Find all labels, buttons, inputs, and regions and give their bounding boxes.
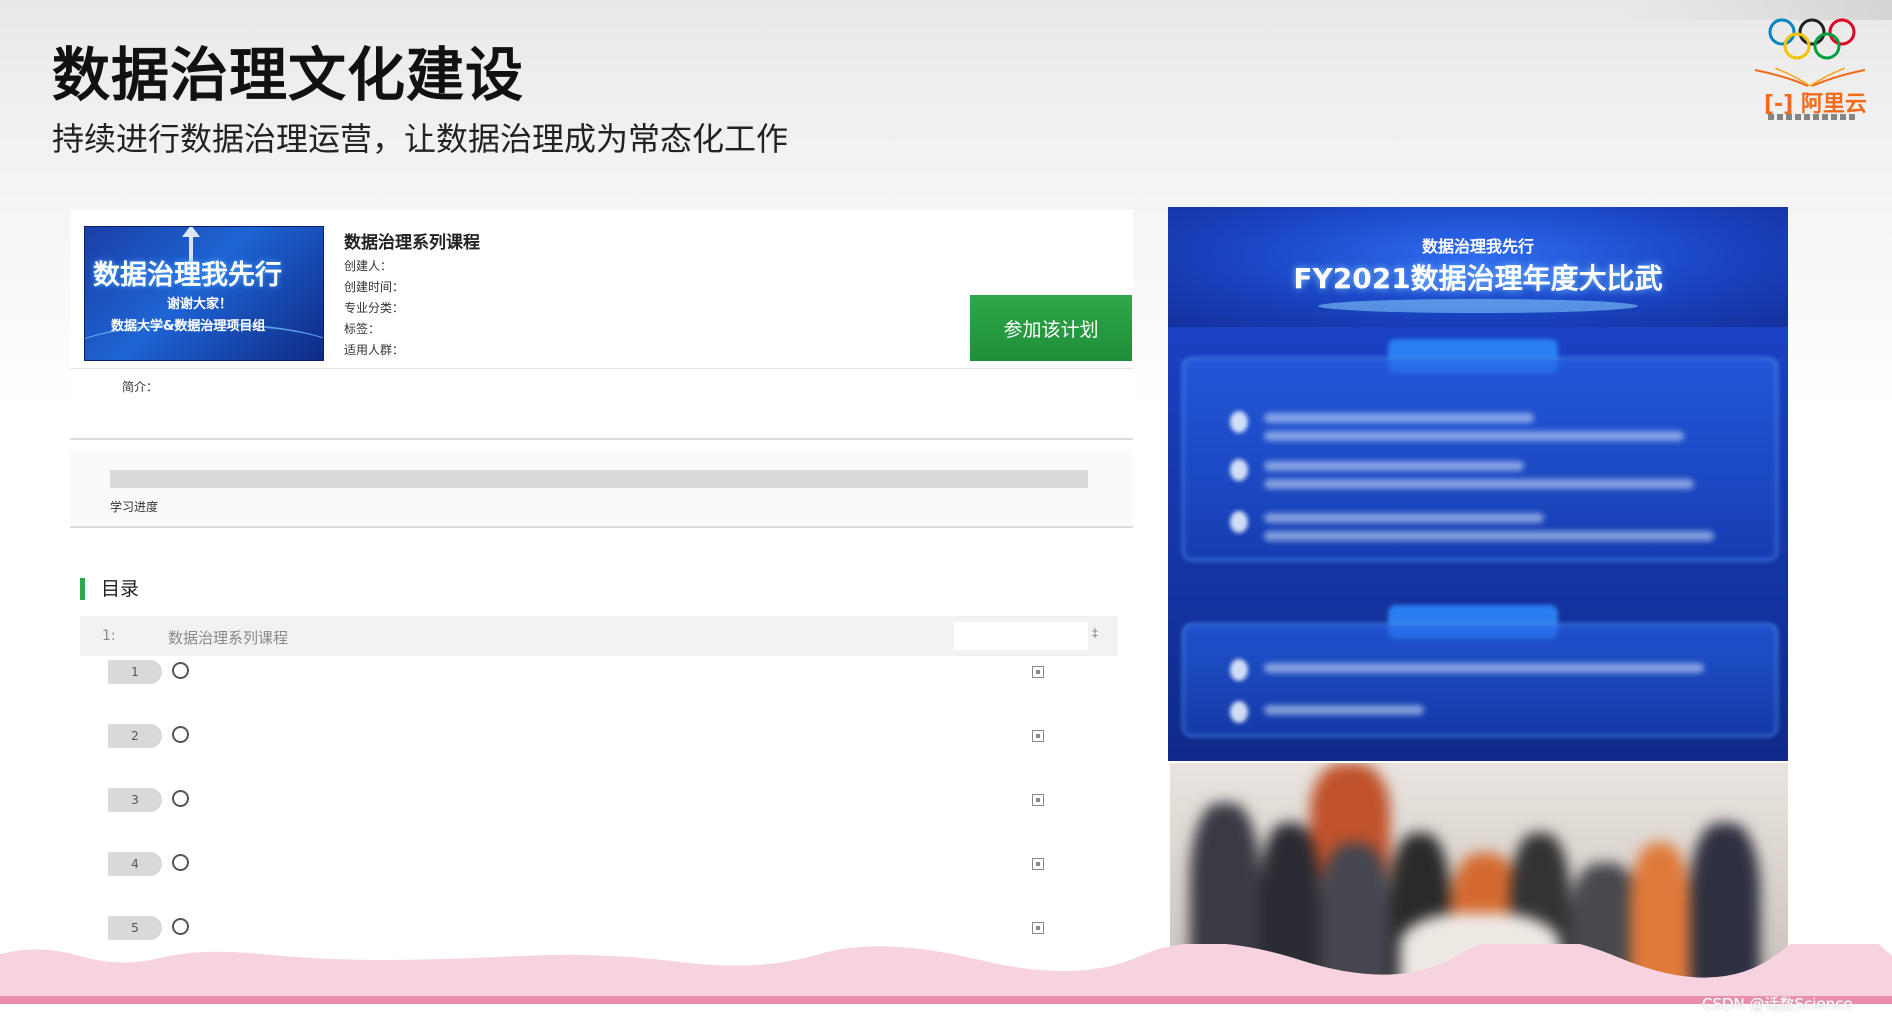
lesson-open-icon[interactable] [1032,730,1044,742]
medal-icon [1230,411,1248,433]
divider [70,368,1133,369]
banner-title: 数据治理我先行 [93,260,282,291]
poster-stage [1318,299,1638,313]
lesson-status-circle-icon[interactable] [172,918,189,935]
progress-bar [110,470,1088,488]
chapter-caret[interactable]: ‡ [1092,626,1098,640]
olympic-rings-icon [1768,18,1856,60]
medal-icon [1230,459,1248,481]
lesson-row[interactable]: 2 [108,720,1088,752]
blurred-line [1264,663,1704,673]
course-meta: 创建人： 创建时间： 专业分类： 标签： 适用人群： [344,256,404,361]
blurred-line [1264,461,1524,471]
logo: [-] 阿里云 [1740,16,1880,126]
chapter-title: 数据治理系列课程 [168,629,289,647]
course-name: 数据治理系列课程 [344,233,480,253]
meta-tags: 标签： [344,322,381,336]
page-subtitle: 持续进行数据治理运营，让数据治理成为常态化工作 [52,120,789,158]
poster-title: FY2021数据治理年度大比武 [1293,262,1663,295]
chapter-status-box [954,622,1088,650]
progress-section: 学习进度 [70,450,1133,528]
meta-audience: 适用人群： [344,343,405,357]
course-screenshot: 数据治理我先行 谢谢大家！ 数据大学&数据治理项目组 数据治理系列课程 创建人：… [70,210,1133,980]
lesson-row[interactable]: 1 [108,656,1088,688]
medal-icon [1230,659,1248,681]
lesson-row[interactable]: 5 [108,912,1088,944]
medal-icon [1230,511,1248,533]
lesson-number: 2 [108,724,162,748]
event-poster: 数据治理我先行 FY2021数据治理年度大比武 [1168,207,1788,761]
banner-team: 数据大学&数据治理项目组 [111,319,266,334]
blurred-line [1264,705,1424,715]
blurred-line [1264,431,1684,441]
blurred-line [1264,513,1544,523]
watermark: CSDN @话数Science [1702,995,1853,1013]
lesson-open-icon[interactable] [1032,666,1044,678]
lesson-number: 4 [108,852,162,876]
chapter-row[interactable]: 1: 数据治理系列课程 ‡ [80,616,1118,656]
lesson-status-circle-icon[interactable] [172,854,189,871]
lesson-row[interactable]: 3 [108,784,1088,816]
course-card: 数据治理我先行 谢谢大家！ 数据大学&数据治理项目组 数据治理系列课程 创建人：… [70,210,1133,440]
slide: { "slide": { "title": "数据治理文化建设", "subti… [0,0,1892,1022]
table-of-contents: 目录 1: 数据治理系列课程 ‡ 1 2 3 4 5 [70,550,1133,980]
banner-thanks: 谢谢大家！ [167,297,233,312]
logo-tagline [1768,114,1858,120]
course-banner: 数据治理我先行 谢谢大家！ 数据大学&数据治理项目组 [84,226,324,361]
lesson-open-icon[interactable] [1032,922,1044,934]
lesson-number: 5 [108,916,162,940]
lesson-status-circle-icon[interactable] [172,790,189,807]
toc-header: 目录 [80,578,139,600]
lesson-open-icon[interactable] [1032,858,1044,870]
meta-created-time: 创建时间： [344,280,405,294]
lesson-status-circle-icon[interactable] [172,726,189,743]
lesson-status-circle-icon[interactable] [172,662,189,679]
lesson-row[interactable]: 4 [108,848,1088,880]
meta-creator: 创建人： [344,259,393,273]
chapter-index: 1: [102,628,116,644]
lesson-open-icon[interactable] [1032,794,1044,806]
join-plan-button[interactable]: 参加该计划 [970,295,1132,361]
bottom-wave-decoration [0,944,1892,1022]
blurred-line [1264,413,1534,423]
blurred-line [1264,479,1694,489]
poster-rewards-blurred [1182,623,1778,737]
medal-icon [1230,701,1248,723]
intro-label: 简介： [122,380,159,394]
meta-category: 专业分类： [344,301,405,315]
lesson-number: 3 [108,788,162,812]
progress-label: 学习进度 [110,500,159,514]
rays-decoration [1754,68,1866,87]
blurred-line [1264,531,1714,541]
page-title: 数据治理文化建设 [52,41,525,109]
poster-subtitle: 数据治理我先行 [1421,237,1534,256]
lesson-number: 1 [108,660,162,684]
